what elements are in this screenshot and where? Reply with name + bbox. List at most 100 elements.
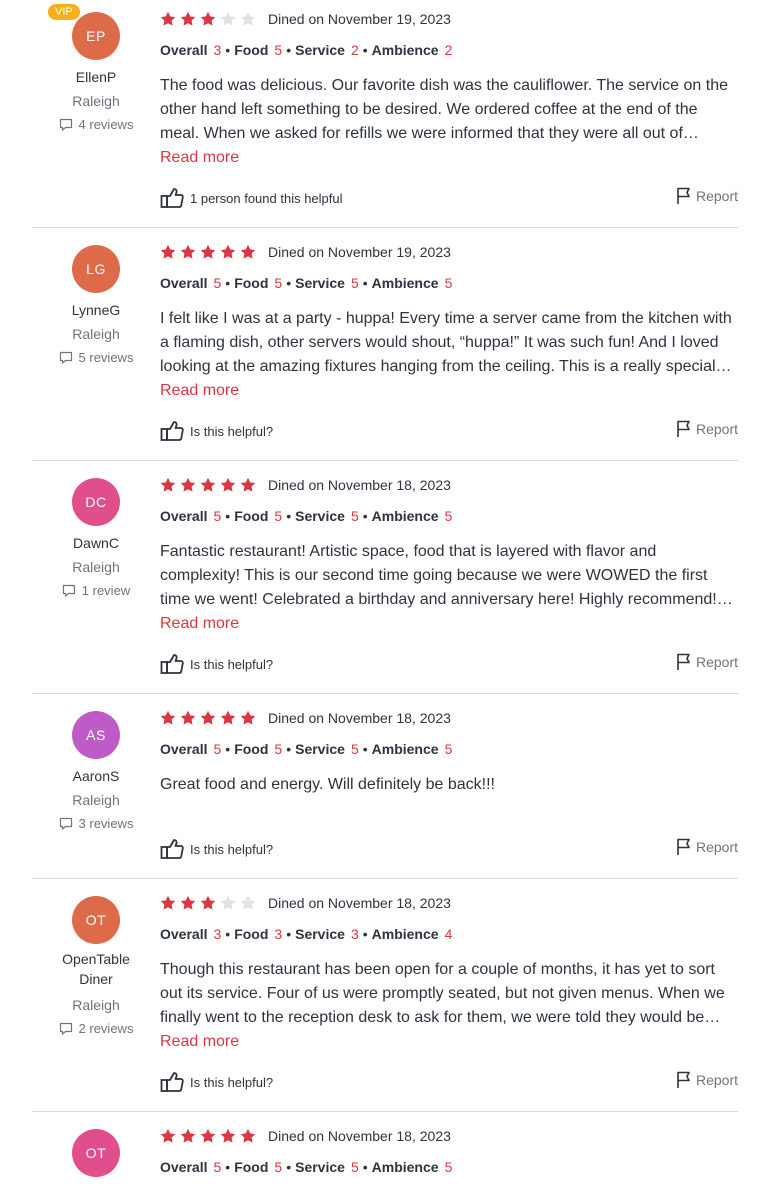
food-value: 5	[274, 42, 283, 58]
author-name[interactable]: OpenTable Diner	[32, 949, 160, 989]
star-filled-icon	[200, 11, 216, 26]
separator: •	[362, 926, 368, 942]
avatar: AS	[72, 711, 120, 759]
author-review-count: 3 reviews	[32, 812, 160, 836]
dined-date: Dined on November 18, 2023	[268, 894, 451, 911]
vip-badge: VIP	[48, 4, 80, 20]
separator: •	[286, 1159, 292, 1175]
author-review-count: 2 reviews	[32, 1017, 160, 1041]
food-label: Food	[234, 926, 269, 942]
read-more-link[interactable]: Read more	[160, 612, 239, 636]
separator: •	[362, 42, 368, 58]
food-value: 3	[274, 926, 283, 942]
overall-value: 5	[213, 275, 222, 291]
overall-label: Overall	[160, 275, 208, 291]
read-more-link[interactable]: Read more	[160, 146, 239, 170]
star-rating	[160, 476, 260, 500]
star-filled-icon	[180, 1128, 196, 1143]
food-value: 5	[274, 741, 283, 757]
author-name[interactable]: DawnC	[32, 531, 160, 555]
divider	[32, 693, 738, 694]
star-filled-icon	[200, 895, 216, 910]
author-name[interactable]: LynneG	[32, 298, 160, 322]
sub-ratings: Overall 5 • Food 5 • Service 5 • Ambience 5	[160, 1155, 452, 1179]
avatar: EP	[72, 12, 120, 60]
overall-value: 3	[213, 42, 222, 58]
helpful-button[interactable]: Is this helpful?	[160, 838, 273, 862]
separator: •	[225, 508, 231, 524]
service-value: 5	[350, 741, 359, 757]
helpful-button[interactable]: Is this helpful?	[160, 420, 273, 444]
thumbs-up-icon	[160, 421, 184, 441]
overall-value: 5	[213, 508, 222, 524]
overall-value: 5	[213, 1159, 222, 1175]
star-empty-icon	[220, 11, 236, 26]
dined-date: Dined on November 19, 2023	[268, 243, 451, 260]
report-button[interactable]: Report	[676, 653, 738, 677]
star-filled-icon	[160, 244, 176, 259]
overall-value: 3	[213, 926, 222, 942]
report-button[interactable]: Report	[676, 187, 738, 211]
star-rating	[160, 709, 260, 733]
comment-icon	[62, 584, 75, 597]
comment-icon	[59, 351, 72, 364]
separator: •	[225, 275, 231, 291]
star-filled-icon	[200, 477, 216, 492]
helpful-button[interactable]: Is this helpful?	[160, 1071, 273, 1095]
separator: •	[225, 926, 231, 942]
ambience-label: Ambience	[371, 1159, 439, 1175]
service-value: 5	[350, 1159, 359, 1175]
thumbs-up-icon	[160, 839, 184, 859]
author-city: Raleigh	[72, 93, 120, 109]
divider	[32, 878, 738, 879]
report-button[interactable]: Report	[676, 838, 738, 862]
helpful-button[interactable]: Is this helpful?	[160, 653, 273, 677]
review-text: Fantastic restaurant! Artistic space, fo…	[160, 543, 717, 608]
dined-date: Dined on November 18, 2023	[268, 709, 451, 726]
star-empty-icon	[240, 895, 256, 910]
star-filled-icon	[220, 1128, 236, 1143]
review-text: The food was delicious. Our favorite dis…	[160, 77, 728, 142]
review-text: I felt like I was at a party - huppa! Ev…	[160, 310, 732, 375]
star-filled-icon	[220, 710, 236, 725]
star-filled-icon	[180, 895, 196, 910]
service-value: 2	[350, 42, 359, 58]
dined-date: Dined on November 18, 2023	[268, 1127, 451, 1144]
read-more-link[interactable]: Read more	[160, 1030, 239, 1054]
dined-date: Dined on November 18, 2023	[268, 476, 451, 493]
report-button[interactable]: Report	[676, 1071, 738, 1095]
avatar: OT	[72, 1129, 120, 1177]
author-city: Raleigh	[72, 997, 120, 1013]
read-more-link[interactable]: Read more	[160, 379, 239, 403]
comment-icon	[59, 1022, 72, 1035]
flag-icon	[677, 838, 690, 855]
overall-label: Overall	[160, 741, 208, 757]
separator: •	[362, 275, 368, 291]
service-label: Service	[295, 926, 345, 942]
helpful-button[interactable]: 1 person found this helpful	[160, 187, 343, 211]
ambience-value: 5	[444, 275, 453, 291]
author-city: Raleigh	[72, 559, 120, 575]
divider	[32, 1111, 738, 1112]
divider	[32, 460, 738, 461]
star-filled-icon	[160, 477, 176, 492]
overall-value: 5	[213, 741, 222, 757]
thumbs-up-icon	[160, 654, 184, 674]
author-name[interactable]: EllenP	[32, 65, 160, 89]
flag-icon	[677, 420, 690, 437]
ambience-label: Ambience	[371, 926, 439, 942]
food-value: 5	[274, 275, 283, 291]
report-button[interactable]: Report	[676, 420, 738, 444]
thumbs-up-icon	[160, 1072, 184, 1092]
service-label: Service	[295, 1159, 345, 1175]
sub-ratings: Overall 5 • Food 5 • Service 5 • Ambience 5	[160, 737, 452, 761]
service-label: Service	[295, 741, 345, 757]
food-label: Food	[234, 1159, 269, 1175]
star-filled-icon	[200, 1128, 216, 1143]
overall-label: Overall	[160, 926, 208, 942]
separator: •	[286, 42, 292, 58]
review-text: Though this restaurant has been open for…	[160, 961, 725, 1026]
star-filled-icon	[240, 710, 256, 725]
author-name[interactable]: AaronS	[32, 764, 160, 788]
ambience-value: 2	[444, 42, 453, 58]
